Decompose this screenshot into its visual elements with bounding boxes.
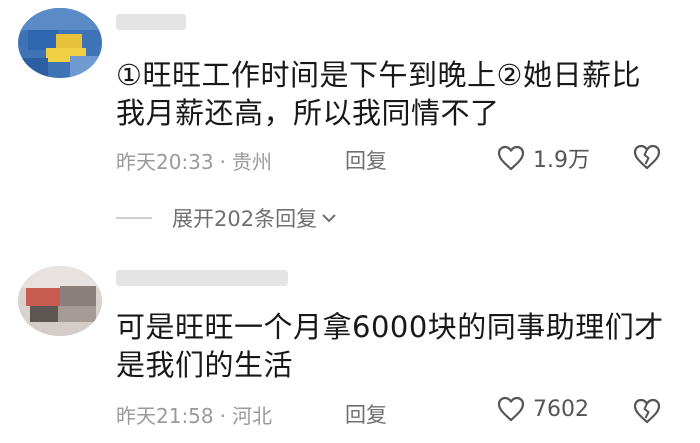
comment-time: 昨天21:58 [116, 404, 214, 428]
chevron-down-icon [322, 214, 336, 223]
like-count: 7602 [533, 396, 589, 422]
comment-feed: ①旺旺工作时间是下午到晚上②她日薪比 我月薪还高，所以我同情不了 昨天20:33… [0, 0, 700, 443]
expand-replies-label: 展开202条回复 [172, 207, 318, 231]
avatar[interactable] [18, 8, 102, 78]
comment-location: 河北 [232, 404, 272, 428]
like-count: 1.9万 [533, 148, 590, 173]
comment-location: 贵州 [232, 150, 272, 174]
username-blurred[interactable] [116, 14, 186, 30]
avatar[interactable] [18, 266, 102, 336]
meta-separator: · [219, 150, 226, 174]
comment-meta: 昨天21:58 · 河北 [116, 400, 272, 429]
broken-heart-icon[interactable] [633, 398, 661, 424]
comment-text: ①旺旺工作时间是下午到晚上②她日薪比 我月薪还高，所以我同情不了 [116, 56, 676, 132]
heart-outline-icon [497, 145, 525, 171]
comment-meta: 昨天20:33 · 贵州 [116, 146, 272, 175]
like-button[interactable]: 7602 [497, 396, 589, 422]
heart-outline-icon [497, 396, 525, 422]
comment-line: 是我们的生活 [116, 348, 294, 382]
comment-line: ①旺旺工作时间是下午到晚上②她日薪比 [116, 58, 641, 92]
comment-line: 可是旺旺一个月拿6000块的同事助理们才 [116, 310, 664, 344]
divider [116, 217, 152, 219]
like-button[interactable]: 1.9万 [497, 142, 590, 174]
meta-separator: · [219, 404, 226, 428]
reply-button[interactable]: 回复 [345, 399, 387, 429]
comment-text: 可是旺旺一个月拿6000块的同事助理们才 是我们的生活 [116, 308, 676, 384]
comment-time: 昨天20:33 [116, 150, 214, 174]
username-blurred[interactable] [116, 270, 288, 286]
comment-line: 我月薪还高，所以我同情不了 [116, 96, 500, 130]
broken-heart-icon[interactable] [633, 144, 661, 170]
reply-button[interactable]: 回复 [345, 145, 387, 175]
expand-replies-button[interactable]: 展开202条回复 [116, 203, 337, 233]
